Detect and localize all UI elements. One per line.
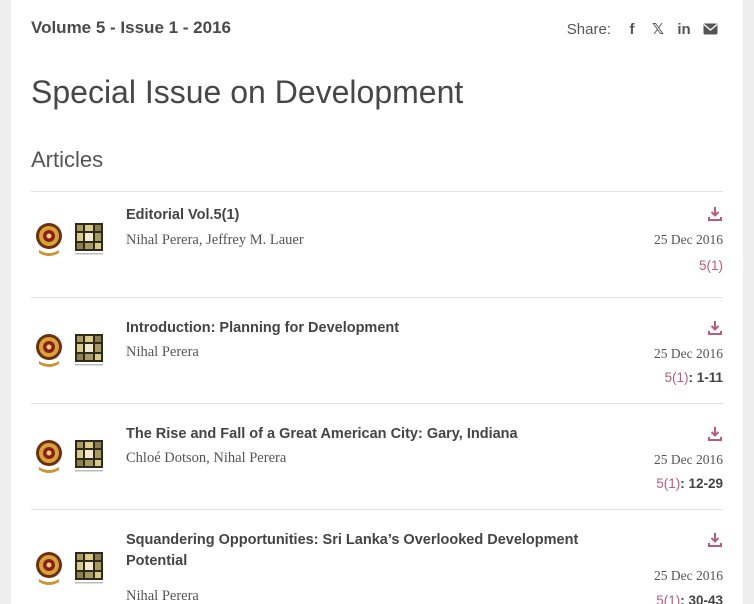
issue-link[interactable]: 5(1): [664, 370, 688, 385]
article-row: Squandering Opportunities: Sri Lanka’s O…: [31, 509, 723, 604]
university-seal-icon: [36, 223, 62, 256]
page-range: : 30-43: [680, 593, 723, 604]
article-authors: Nihal Perera, Jeffrey M. Lauer: [126, 232, 304, 248]
facebook-icon[interactable]: f: [619, 18, 645, 40]
issue-header: Volume 5 - Issue 1 - 2016 Share: f 𝕏 in: [31, 14, 723, 46]
article-citation: 5(1): 12-29: [656, 476, 723, 491]
page-range: : 12-29: [680, 476, 723, 491]
page-title: Special Issue on Development: [31, 74, 464, 110]
article-date: 25 Dec 2016: [654, 232, 723, 247]
download-icon[interactable]: [707, 426, 723, 442]
article-row: The Rise and Fall of a Great American Ci…: [31, 403, 723, 509]
article-row: Editorial Vol.5(1) Nihal Perera, Jeffrey…: [31, 191, 723, 297]
article-title[interactable]: The Rise and Fall of a Great American Ci…: [126, 424, 596, 445]
article-thumbnails: [34, 436, 104, 476]
issue-link[interactable]: 5(1): [699, 258, 723, 273]
article-date: 25 Dec 2016: [654, 346, 723, 361]
article-authors: Nihal Perera: [126, 344, 199, 360]
article-citation: 5(1): 30-43: [656, 593, 723, 604]
issue-label: Volume 5 - Issue 1 - 2016: [31, 18, 231, 37]
share-bar: Share: f 𝕏 in: [567, 18, 723, 40]
download-icon[interactable]: [707, 532, 723, 548]
download-icon[interactable]: [707, 320, 723, 336]
share-label: Share:: [566, 20, 611, 38]
section-title: Articles: [31, 147, 104, 172]
issue-card: Volume 5 - Issue 1 - 2016 Share: f 𝕏 in …: [11, 0, 743, 604]
article-authors: Nihal Perera: [126, 588, 199, 604]
article-date: 25 Dec 2016: [654, 452, 723, 467]
article-thumbnails: [34, 548, 104, 588]
journal-logo-icon: [75, 223, 103, 255]
article-row: Introduction: Planning for Development N…: [31, 297, 723, 403]
article-citation: 5(1): [699, 258, 723, 273]
article-citation: 5(1): 1-11: [664, 370, 723, 385]
email-icon[interactable]: [697, 18, 723, 40]
journal-logo-icon: [75, 440, 103, 472]
article-authors: Chloé Dotson, Nihal Perera: [126, 450, 287, 466]
university-seal-icon: [36, 440, 62, 473]
article-title[interactable]: Editorial Vol.5(1): [126, 205, 596, 226]
journal-logo-icon: [75, 334, 103, 366]
article-thumbnails: [34, 330, 104, 370]
journal-logo-icon: [75, 552, 103, 584]
issue-link[interactable]: 5(1): [656, 476, 680, 491]
download-icon[interactable]: [707, 206, 723, 222]
article-date: 25 Dec 2016: [654, 568, 723, 583]
article-title[interactable]: Squandering Opportunities: Sri Lanka’s O…: [126, 530, 596, 572]
university-seal-icon: [36, 552, 62, 585]
x-icon[interactable]: 𝕏: [645, 18, 671, 40]
article-title[interactable]: Introduction: Planning for Development: [126, 318, 596, 339]
page-range: : 1-11: [688, 370, 723, 385]
university-seal-icon: [36, 334, 62, 367]
issue-link[interactable]: 5(1): [656, 593, 680, 604]
article-thumbnails: [34, 219, 104, 259]
article-list: Editorial Vol.5(1) Nihal Perera, Jeffrey…: [31, 191, 723, 604]
linkedin-icon[interactable]: in: [671, 18, 697, 40]
